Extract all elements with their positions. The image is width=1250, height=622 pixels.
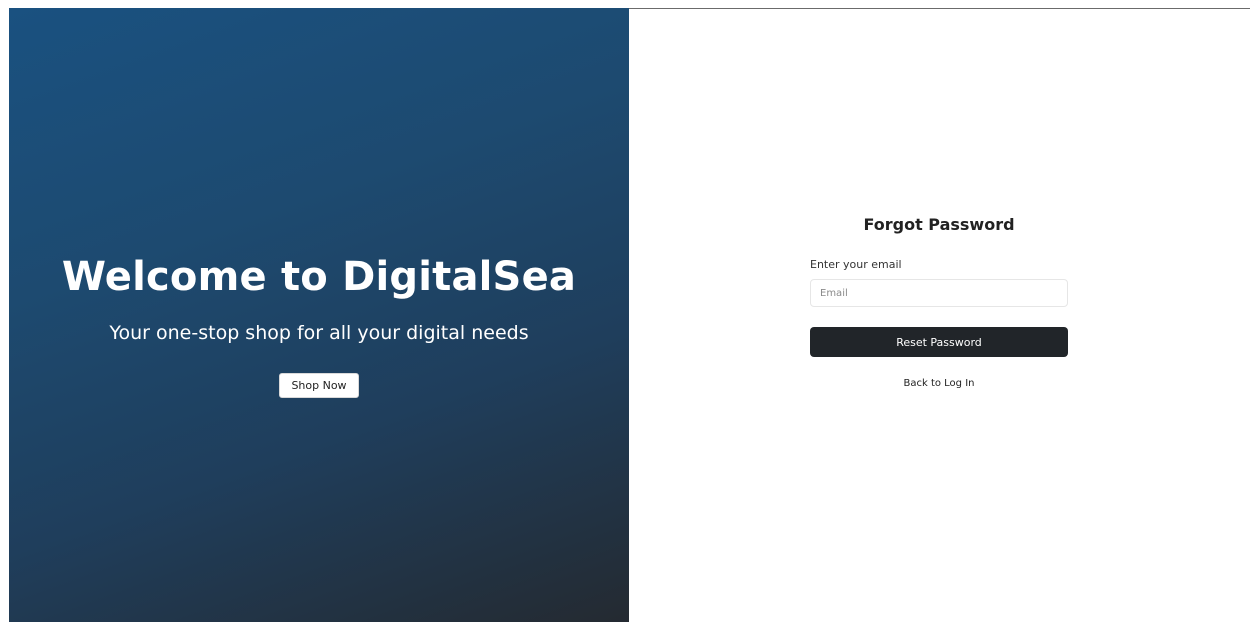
back-to-login-link[interactable]: Back to Log In xyxy=(810,377,1068,390)
top-divider xyxy=(629,8,1250,9)
forgot-password-form: Forgot Password Enter your email Reset P… xyxy=(810,214,1068,390)
forgot-password-page: Welcome to DigitalSea Your one-stop shop… xyxy=(0,0,1250,622)
email-input[interactable] xyxy=(810,279,1068,307)
form-title: Forgot Password xyxy=(863,215,1015,234)
hero-banner: Welcome to DigitalSea Your one-stop shop… xyxy=(9,8,629,622)
email-label: Enter your email xyxy=(810,258,902,271)
shop-now-button[interactable]: Shop Now xyxy=(279,372,359,398)
hero-title: Welcome to DigitalSea xyxy=(61,253,577,300)
hero-subtitle: Your one-stop shop for all your digital … xyxy=(109,321,529,344)
reset-password-button[interactable]: Reset Password xyxy=(810,327,1068,357)
